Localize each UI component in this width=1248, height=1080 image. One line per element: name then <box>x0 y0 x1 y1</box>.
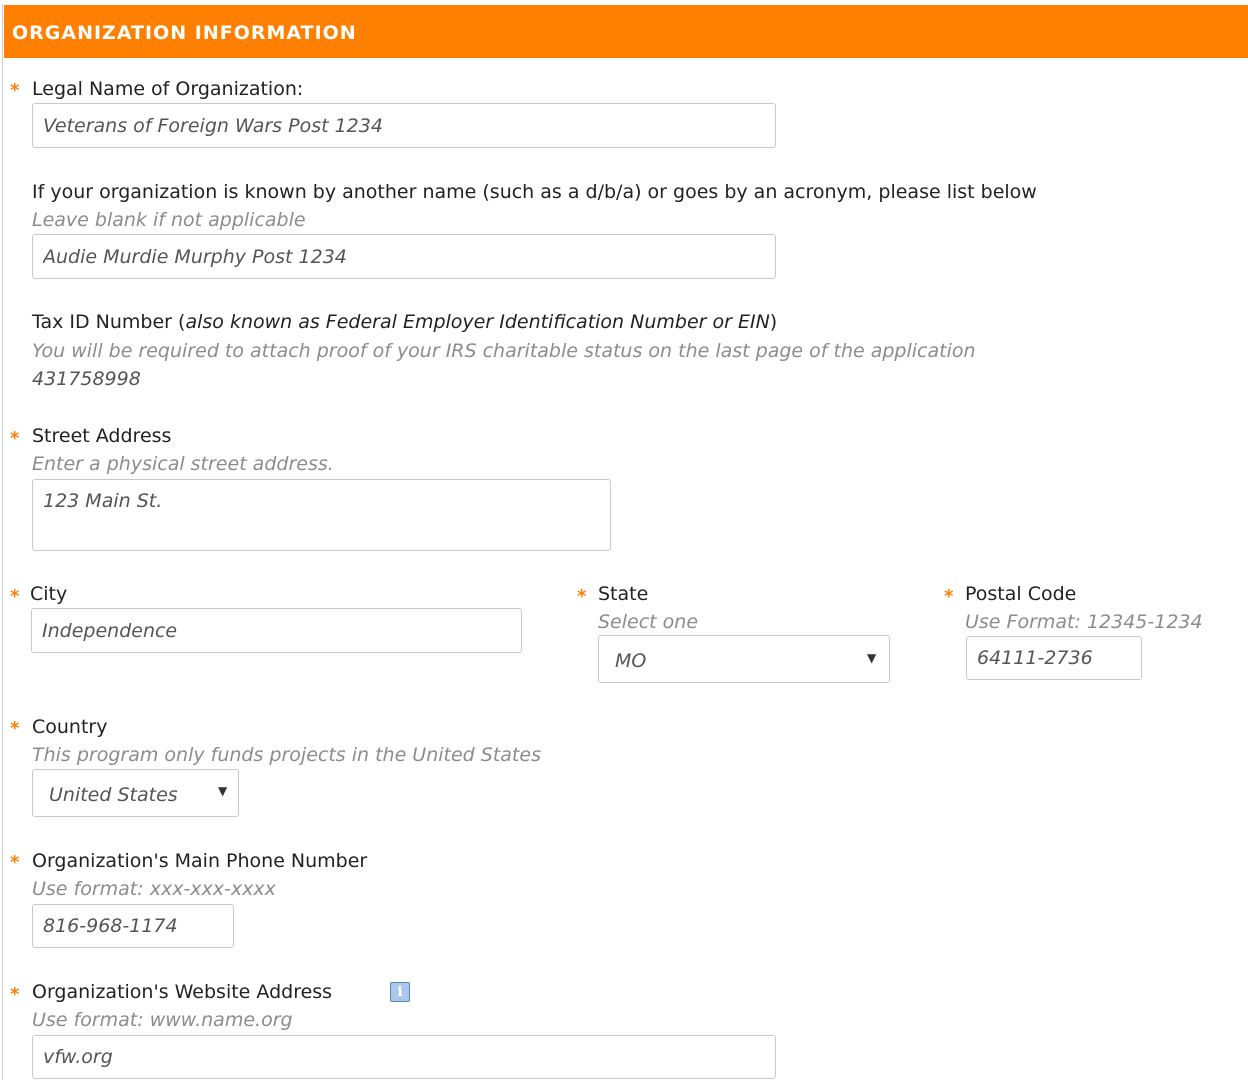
website-label: Organization's Website Address <box>32 981 333 1003</box>
required-asterisk: * <box>10 852 20 873</box>
street-textarea[interactable]: 123 Main St. <box>32 479 611 551</box>
postal-input[interactable] <box>966 636 1142 680</box>
required-asterisk: * <box>944 586 954 607</box>
required-asterisk: * <box>577 586 587 607</box>
tax-id-hint: You will be required to attach proof of … <box>32 340 976 362</box>
section-title: ORGANIZATION INFORMATION <box>12 22 357 44</box>
required-asterisk: * <box>10 718 20 739</box>
required-asterisk: * <box>10 80 20 101</box>
state-selected-value: MO <box>615 650 647 672</box>
website-input[interactable] <box>32 1035 776 1079</box>
street-label: Street Address <box>32 425 172 447</box>
postal-label: Postal Code <box>965 583 1077 605</box>
required-asterisk: * <box>10 428 20 449</box>
chevron-down-icon: ▼ <box>218 784 228 798</box>
alias-label: If your organization is known by another… <box>32 181 1037 203</box>
state-select[interactable]: MO ▼ <box>598 635 890 683</box>
required-asterisk: * <box>10 984 20 1005</box>
tax-id-label: Tax ID Number (also known as Federal Emp… <box>32 311 778 333</box>
country-select[interactable]: United States ▼ <box>32 769 239 817</box>
chevron-down-icon: ▼ <box>867 651 877 665</box>
phone-label: Organization's Main Phone Number <box>32 850 368 872</box>
country-hint: This program only funds projects in the … <box>32 744 541 766</box>
state-hint: Select one <box>598 611 699 633</box>
tax-id-value: 431758998 <box>32 368 141 390</box>
section-header: ORGANIZATION INFORMATION <box>4 5 1248 58</box>
website-hint: Use format: www.name.org <box>32 1009 293 1031</box>
alias-input[interactable] <box>32 234 776 279</box>
legal-name-label: Legal Name of Organization: <box>32 78 304 100</box>
required-asterisk: * <box>10 586 20 607</box>
postal-hint: Use Format: 12345-1234 <box>965 611 1203 633</box>
phone-input[interactable] <box>32 904 234 948</box>
legal-name-input[interactable] <box>32 103 776 148</box>
state-label: State <box>598 583 649 605</box>
alias-hint: Leave blank if not applicable <box>32 209 306 231</box>
city-label: City <box>30 583 68 605</box>
city-input[interactable] <box>31 608 522 653</box>
info-icon[interactable]: i <box>390 982 410 1002</box>
country-selected-value: United States <box>49 784 178 806</box>
street-hint: Enter a physical street address. <box>32 453 334 475</box>
country-label: Country <box>32 716 108 738</box>
phone-hint: Use format: xxx-xxx-xxxx <box>32 878 276 900</box>
